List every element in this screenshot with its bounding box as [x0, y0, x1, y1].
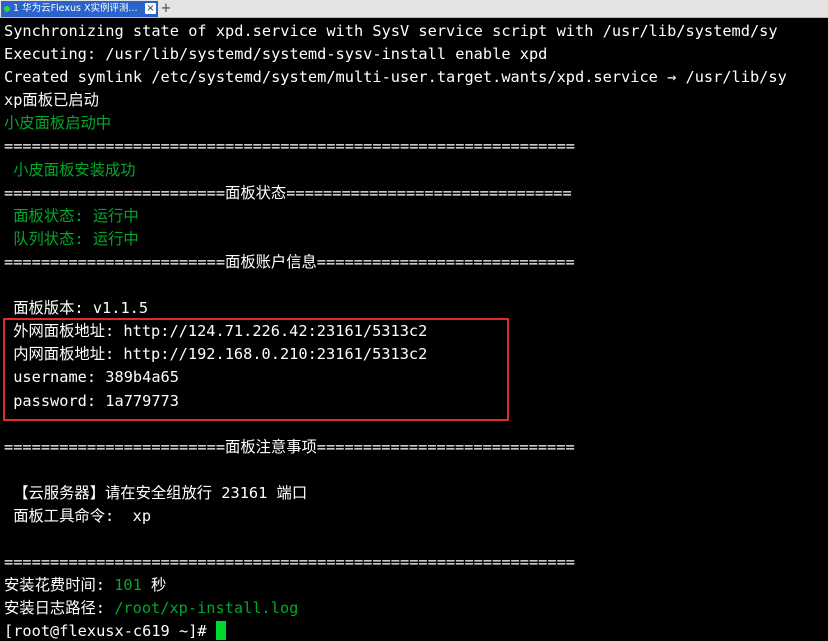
install-log-label: 安装日志路径: — [4, 599, 115, 618]
username-line: username: 389b4a65 — [4, 368, 179, 387]
terminal-line: 【云服务器】请在安全组放行 23161 端口 — [4, 483, 308, 502]
internal-panel-url-line[interactable]: 内网面板地址: http://192.168.0.210:23161/5313c… — [4, 343, 828, 366]
terminal-line: ========================面板状态============… — [4, 183, 572, 202]
tab-title: 1 华为云Flexus X实例评测... — [13, 3, 138, 14]
close-tab-icon[interactable]: × — [145, 3, 156, 14]
install-time-value: 101 — [114, 576, 142, 595]
shell-prompt: [root@flexusx-c619 ~]# — [4, 622, 216, 641]
install-time-line: 安装花费时间: 101 秒 — [4, 574, 828, 597]
tab-bar: 1 华为云Flexus X实例评测... × + — [0, 0, 828, 18]
terminal-output[interactable]: Synchronizing state of xpd.service with … — [4, 20, 828, 641]
text-cursor — [215, 621, 226, 641]
new-tab-button[interactable]: + — [160, 1, 172, 16]
terminal-line: ========================================… — [4, 137, 575, 156]
terminal-line: 小皮面板安装成功 — [4, 160, 136, 179]
install-time-unit: 秒 — [141, 576, 167, 595]
install-log-path: /root/xp-install.log — [114, 599, 299, 618]
password-line: password: 1a779773 — [4, 391, 179, 410]
session-tab[interactable]: 1 华为云Flexus X实例评测... × — [1, 1, 158, 17]
panel-version-line: 面板版本: v1.1.5 — [4, 299, 149, 318]
terminal-line: 面板状态: 运行中 — [4, 206, 139, 225]
terminal-line: xp面板已启动 — [4, 91, 99, 110]
terminal-line: ========================面板账户信息==========… — [4, 252, 575, 271]
terminal-line: ========================================… — [4, 553, 575, 572]
terminal-line: 面板工具命令: xp — [4, 506, 152, 525]
terminal-line: Created symlink /etc/systemd/system/mult… — [4, 68, 787, 87]
shell-prompt-line[interactable]: [root@flexusx-c619 ~]# — [4, 620, 828, 641]
install-log-line: 安装日志路径: /root/xp-install.log — [4, 597, 828, 620]
external-panel-url-line[interactable]: 外网面板地址: http://124.71.226.42:23161/5313c… — [4, 320, 828, 343]
terminal-line: Synchronizing state of xpd.service with … — [4, 22, 778, 40]
connection-status-icon — [4, 5, 10, 12]
install-time-label: 安装花费时间: — [4, 576, 115, 595]
terminal-line: ========================面板注意事项==========… — [4, 437, 575, 456]
terminal-line: 小皮面板启动中 — [4, 114, 112, 133]
terminal-line: 队列状态: 运行中 — [4, 229, 139, 248]
terminal-line: Executing: /usr/lib/systemd/systemd-sysv… — [4, 45, 548, 64]
